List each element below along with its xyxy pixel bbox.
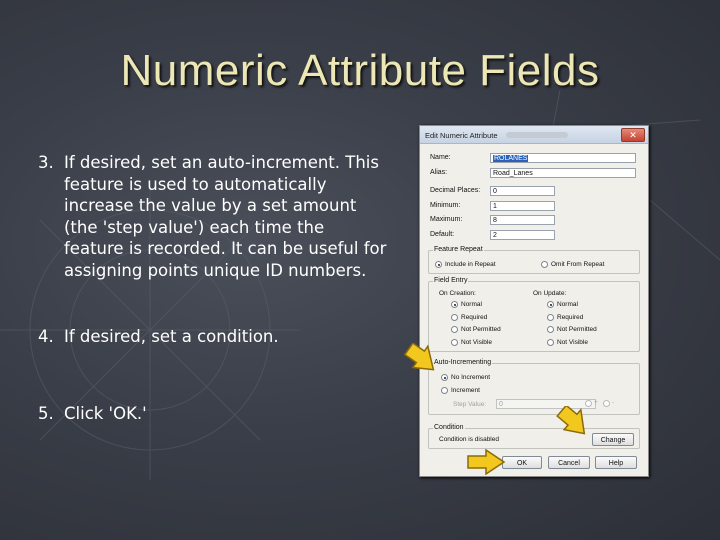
- step-value-label: Step Value:: [453, 401, 487, 408]
- omit-from-repeat-radio[interactable]: [541, 261, 548, 268]
- arrow-pointing-ok-button-icon: [467, 449, 506, 475]
- creation-normal-radio[interactable]: [451, 301, 458, 308]
- redacted-title-text: [506, 132, 568, 138]
- update-not-visible-radio[interactable]: [547, 339, 554, 346]
- auto-incrementing-group: Auto-Incrementing No Increment Increment…: [428, 359, 640, 415]
- update-required-radio[interactable]: [547, 314, 554, 321]
- ok-button[interactable]: OK: [502, 456, 542, 469]
- default-label: Default:: [430, 231, 455, 238]
- include-in-repeat-label: Include in Repeat: [445, 261, 496, 268]
- alias-label: Alias:: [430, 169, 448, 176]
- dialog-title: Edit Numeric Attribute: [425, 131, 498, 140]
- condition-status: Condition is disabled: [439, 436, 499, 443]
- arrow-pointing-change-button-icon: [556, 406, 586, 435]
- creation-not-permitted-radio[interactable]: [451, 326, 458, 333]
- update-not-permitted-label: Not Permitted: [557, 326, 597, 333]
- step-4: 4. If desired, set a condition.: [38, 326, 279, 348]
- step-number: 4.: [38, 327, 54, 346]
- increment-plus-label: +: [594, 399, 598, 406]
- on-update-label: On Update:: [533, 290, 567, 297]
- field-entry-title: Field Entry: [433, 277, 469, 284]
- feature-repeat-title: Feature Repeat: [433, 246, 484, 253]
- creation-not-permitted-label: Not Permitted: [461, 326, 501, 333]
- name-value: ROLANES: [493, 155, 529, 162]
- omit-from-repeat-label: Omit From Repeat: [551, 261, 605, 268]
- step-text: If desired, set an auto-increment. This …: [64, 153, 387, 280]
- cancel-button[interactable]: Cancel: [548, 456, 590, 469]
- slide-title: Numeric Attribute Fields: [120, 46, 600, 95]
- creation-normal-label: Normal: [461, 301, 482, 308]
- on-creation-label: On Creation:: [439, 290, 476, 297]
- minimum-label: Minimum:: [430, 202, 461, 209]
- maximum-label: Maximum:: [430, 216, 463, 223]
- step-number: 5.: [38, 404, 54, 423]
- step-5: 5. Click 'OK.': [38, 403, 147, 425]
- alias-field[interactable]: Road_Lanes: [490, 168, 636, 178]
- dialog-titlebar[interactable]: Edit Numeric Attribute ✕: [420, 126, 648, 144]
- condition-title: Condition: [433, 424, 465, 431]
- include-in-repeat-radio[interactable]: [435, 261, 442, 268]
- step-text: Click 'OK.': [64, 404, 147, 423]
- edit-numeric-attribute-dialog: Edit Numeric Attribute ✕ Name: ROLANES A…: [419, 125, 649, 477]
- step-text: If desired, set a condition.: [64, 327, 279, 346]
- name-label: Name:: [430, 154, 451, 161]
- increment-minus-radio[interactable]: [603, 400, 610, 407]
- update-normal-label: Normal: [557, 301, 578, 308]
- condition-group: Condition Condition is disabled Change: [428, 424, 640, 449]
- no-increment-radio[interactable]: [441, 374, 448, 381]
- step-number: 3.: [38, 153, 54, 172]
- arrow-pointing-auto-increment-icon: [404, 343, 435, 371]
- decimal-places-field[interactable]: 0: [490, 186, 555, 196]
- field-entry-group: Field Entry On Creation: On Update: Norm…: [428, 277, 640, 352]
- name-field[interactable]: ROLANES: [490, 153, 636, 163]
- close-icon: ✕: [629, 130, 637, 140]
- update-required-label: Required: [557, 314, 584, 321]
- creation-required-label: Required: [461, 314, 488, 321]
- maximum-field[interactable]: 8: [490, 215, 555, 225]
- step-3: 3. If desired, set an auto-increment. Th…: [38, 152, 388, 281]
- increment-radio[interactable]: [441, 387, 448, 394]
- feature-repeat-group: Feature Repeat Include in Repeat Omit Fr…: [428, 246, 640, 274]
- change-condition-button[interactable]: Change: [592, 433, 634, 446]
- minimum-field[interactable]: 1: [490, 201, 555, 211]
- close-button[interactable]: ✕: [621, 128, 645, 142]
- creation-not-visible-radio[interactable]: [451, 339, 458, 346]
- help-button[interactable]: Help: [595, 456, 637, 469]
- creation-required-radio[interactable]: [451, 314, 458, 321]
- increment-minus-label: -: [612, 399, 615, 406]
- decimal-places-label: Decimal Places:: [430, 187, 481, 194]
- creation-not-visible-label: Not Visible: [461, 339, 492, 346]
- no-increment-label: No Increment: [451, 374, 491, 381]
- increment-label: Increment: [451, 387, 480, 394]
- update-normal-radio[interactable]: [547, 301, 554, 308]
- auto-incrementing-title: Auto-Incrementing: [433, 359, 493, 366]
- default-field[interactable]: 2: [490, 230, 555, 240]
- update-not-permitted-radio[interactable]: [547, 326, 554, 333]
- update-not-visible-label: Not Visible: [557, 339, 588, 346]
